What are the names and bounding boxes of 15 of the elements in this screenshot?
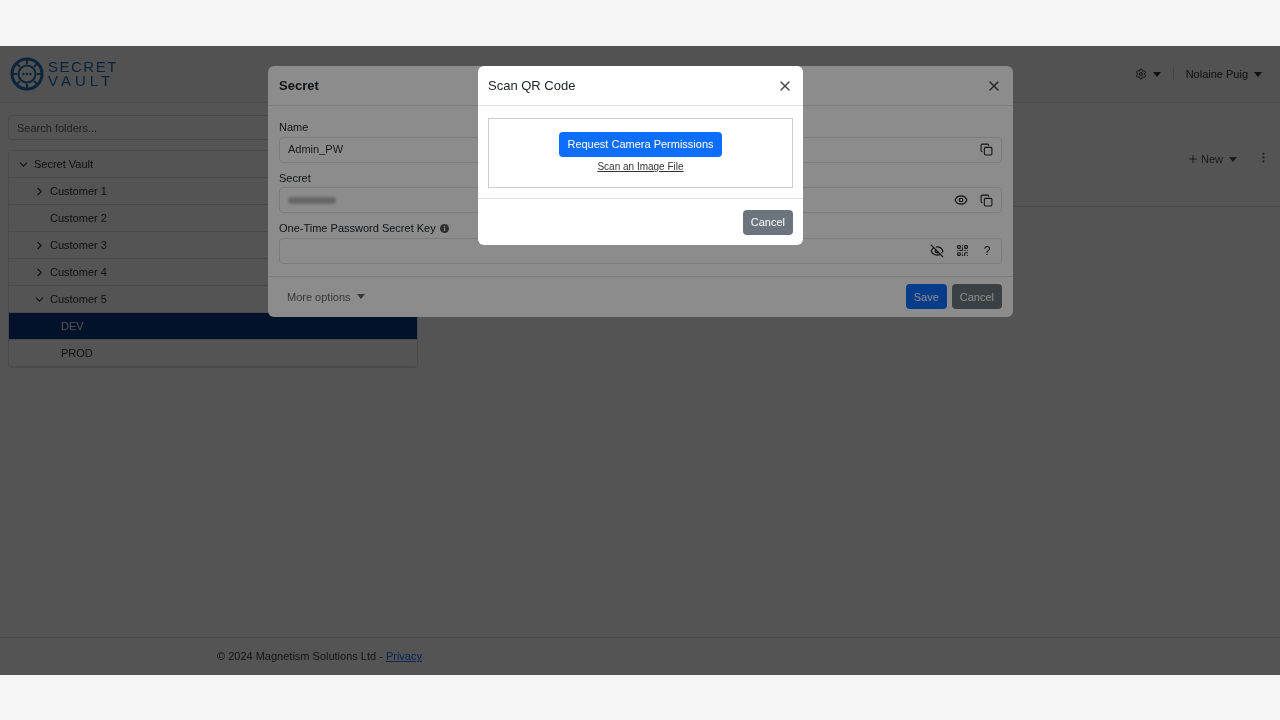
dialog-title: Secret	[279, 76, 319, 95]
tree-item-label: Customer 1	[50, 183, 107, 199]
copyright-text: © 2024 Magnetism Solutions Ltd -	[217, 649, 384, 665]
tree-item-label: PROD	[61, 345, 93, 361]
field-label: Name	[279, 120, 309, 135]
logo-text: VAULT	[48, 74, 116, 88]
tree-item-label: Customer 3	[50, 237, 107, 253]
tree-item-label: Customer 5	[50, 291, 107, 307]
user-name: Nolaine Puig	[1185, 66, 1248, 82]
tree-item-label: Customer 4	[50, 264, 107, 280]
logo-text: SECRET	[48, 60, 118, 74]
tree-item-label: Secret Vault	[34, 156, 94, 172]
tree-item-label: Customer 2	[50, 210, 107, 226]
dialog-title: Scan QR Code	[488, 76, 576, 95]
tree-item-label: DEV	[61, 318, 84, 334]
